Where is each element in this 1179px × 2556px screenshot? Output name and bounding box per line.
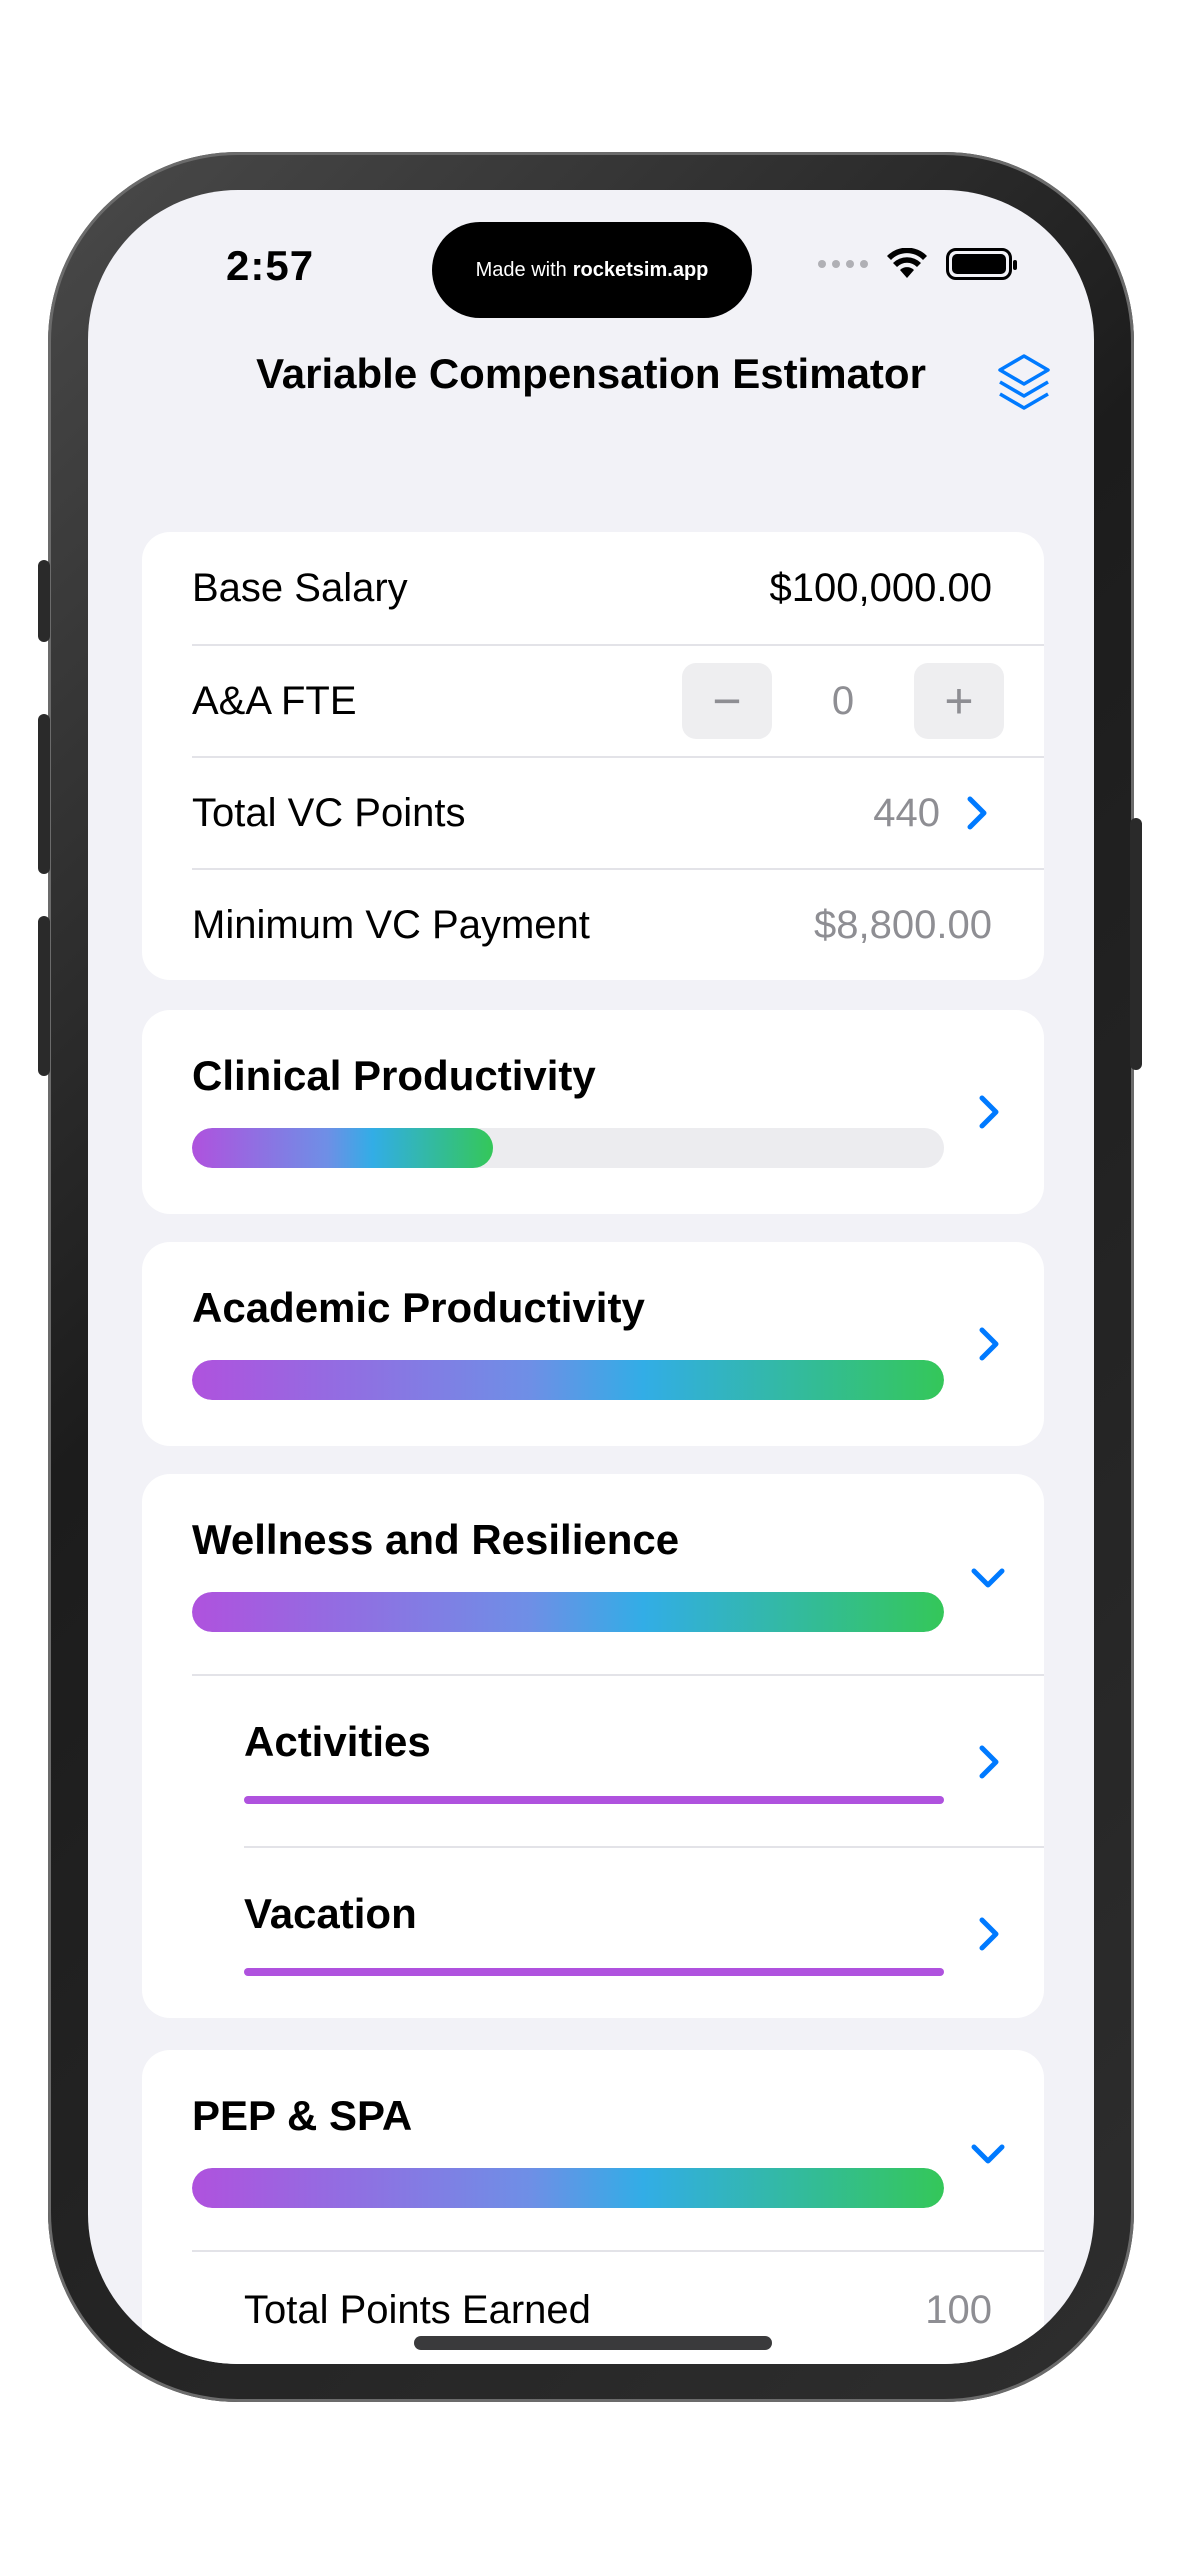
activities-title: Activities <box>244 1718 431 1765</box>
academic-card[interactable]: Academic Productivity <box>142 1242 1044 1446</box>
pep-progress-fill <box>192 2168 944 2208</box>
summary-card: Base Salary $100,000.00 A&A FTE − 0 + To… <box>142 532 1044 980</box>
power-button <box>1130 818 1142 1070</box>
pep-progress-bar <box>192 2168 944 2208</box>
wellness-title: Wellness and Resilience <box>192 1516 680 1563</box>
minus-icon: − <box>712 673 742 729</box>
chevron-right-icon <box>979 1327 999 1361</box>
pep-header[interactable]: PEP & SPA <box>142 2050 1044 2250</box>
base-salary-label: Base Salary <box>192 565 408 610</box>
chevron-down-icon <box>971 1568 1005 1588</box>
island-prefix: Made with <box>475 258 567 281</box>
square-stack-icon[interactable] <box>994 350 1054 414</box>
vacation-progress-bar <box>244 1968 944 1976</box>
fte-decrement-button[interactable]: − <box>682 663 772 739</box>
clinical-card[interactable]: Clinical Productivity <box>142 1010 1044 1214</box>
total-points-row[interactable]: Total VC Points 440 <box>192 756 1044 868</box>
chevron-right-icon <box>979 1745 999 1779</box>
min-payment-label: Minimum VC Payment <box>192 902 590 947</box>
vacation-row[interactable]: Vacation <box>142 1848 1044 2018</box>
home-indicator[interactable] <box>414 2336 772 2350</box>
academic-title: Academic Productivity <box>192 1284 645 1331</box>
activities-progress-bar <box>244 1796 944 1804</box>
page-title: Variable Compensation Estimator <box>256 350 926 397</box>
chevron-down-icon <box>971 2144 1005 2164</box>
plus-icon: + <box>944 673 974 729</box>
pep-total-points-value: 100 <box>925 2287 992 2332</box>
mute-switch <box>38 560 50 642</box>
fte-row: A&A FTE − 0 + <box>192 644 1044 756</box>
wellness-card: Wellness and Resilience Activities Vacat… <box>142 1474 1044 2018</box>
chevron-right-icon <box>979 1095 999 1129</box>
clinical-progress-bar <box>192 1128 944 1168</box>
battery-icon <box>946 248 1017 280</box>
island-brand: rocketsim.app <box>572 258 709 281</box>
total-points-value: 440 <box>873 790 940 835</box>
clinical-title: Clinical Productivity <box>192 1052 596 1099</box>
fte-value: 0 <box>831 678 855 723</box>
total-points-label: Total VC Points <box>192 790 466 835</box>
status-time: 2:57 <box>226 242 315 289</box>
min-payment-row: Minimum VC Payment $8,800.00 <box>192 868 1044 980</box>
base-salary-value[interactable]: $100,000.00 <box>770 566 992 611</box>
vacation-title: Vacation <box>244 1890 417 1937</box>
pep-card: PEP & SPA Total Points Earned 100 <box>142 2050 1044 2364</box>
fte-increment-button[interactable]: + <box>914 663 1004 739</box>
activities-row[interactable]: Activities <box>142 1676 1044 1846</box>
academic-progress-bar <box>192 1360 944 1400</box>
fte-label: A&A FTE <box>192 678 357 723</box>
pep-title: PEP & SPA <box>192 2092 413 2139</box>
chevron-right-icon <box>979 1917 999 1951</box>
volume-up-button <box>38 714 50 874</box>
wifi-icon <box>887 248 927 278</box>
volume-down-button <box>38 916 50 1076</box>
academic-progress-fill <box>192 1360 944 1400</box>
wellness-progress-bar <box>192 1592 944 1632</box>
total-points-accessory: 440 <box>873 791 992 836</box>
chevron-right-icon <box>967 796 987 830</box>
cellular-signal-icon <box>818 260 868 268</box>
base-salary-row: Base Salary $100,000.00 <box>192 532 1044 644</box>
clinical-progress-fill <box>192 1128 493 1168</box>
wellness-header[interactable]: Wellness and Resilience <box>142 1474 1044 1674</box>
pep-total-points-label: Total Points Earned <box>244 2287 591 2332</box>
status-icons <box>818 248 1017 280</box>
min-payment-value: $8,800.00 <box>814 902 992 947</box>
wellness-progress-fill <box>192 1592 944 1632</box>
fte-stepper: − 0 + <box>682 663 1004 739</box>
dynamic-island: Made with rocketsim.app <box>432 222 752 318</box>
app-screen: 2:57 Made with rocketsim.app Variable Co… <box>88 190 1094 2364</box>
